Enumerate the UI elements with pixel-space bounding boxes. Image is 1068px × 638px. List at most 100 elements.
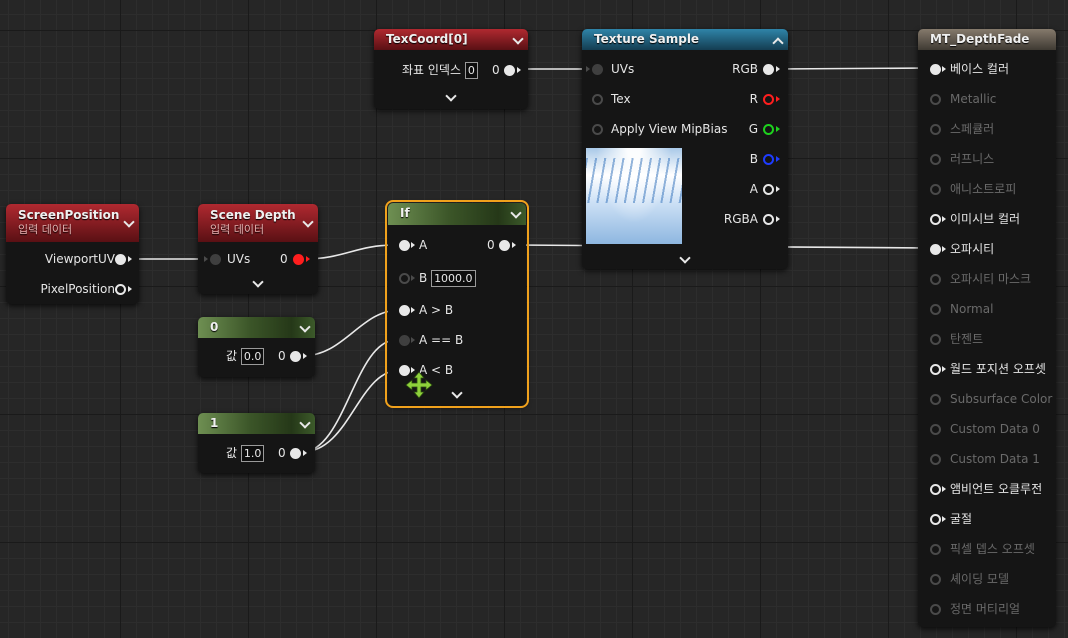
material-input-pin[interactable] bbox=[930, 304, 941, 315]
material-input-label: 픽셀 뎁스 오프셋 bbox=[950, 542, 1035, 556]
chevron-down-icon[interactable] bbox=[510, 207, 522, 219]
material-input-pin[interactable] bbox=[930, 424, 941, 435]
texture-sample-header[interactable]: Texture Sample bbox=[582, 29, 788, 50]
input-uvs-pin[interactable] bbox=[210, 254, 221, 265]
chevron-up-icon[interactable] bbox=[772, 36, 784, 49]
output-r-pin[interactable] bbox=[763, 94, 774, 105]
constant-0-header[interactable]: 0 bbox=[198, 317, 315, 338]
pin-arrow-icon bbox=[128, 286, 132, 292]
output-g-pin[interactable] bbox=[763, 124, 774, 135]
material-input-pin[interactable] bbox=[930, 154, 941, 165]
pin-arrow-icon bbox=[411, 242, 415, 248]
chevron-down-icon[interactable] bbox=[451, 387, 463, 399]
screen-position-node[interactable]: ScreenPosition 입력 데이터 ViewportUV PixelPo… bbox=[6, 204, 139, 304]
output-pin[interactable] bbox=[499, 240, 510, 251]
material-input-label: Custom Data 1 bbox=[950, 452, 1040, 466]
material-input-pin[interactable] bbox=[930, 394, 941, 405]
input-mipbias-pin[interactable] bbox=[592, 124, 603, 135]
material-input-pin[interactable] bbox=[930, 574, 941, 585]
coordinate-index-field[interactable]: 0 bbox=[464, 62, 478, 79]
if-node[interactable]: If A 0 B 1000.0 A > B A == B A < B bbox=[385, 200, 529, 408]
material-input-pin[interactable] bbox=[930, 214, 941, 225]
pin-arrow-icon bbox=[942, 516, 946, 522]
pin-arrow-icon bbox=[411, 307, 415, 313]
screen-position-header[interactable]: ScreenPosition 입력 데이터 bbox=[6, 204, 139, 242]
pin-arrow-icon bbox=[306, 256, 310, 262]
pin-arrow-icon bbox=[942, 246, 946, 252]
input-uvs-pin[interactable] bbox=[592, 64, 603, 75]
material-input-pin[interactable] bbox=[930, 244, 941, 255]
input-mipbias-label: Apply View MipBias bbox=[611, 122, 728, 136]
input-agb-pin[interactable] bbox=[399, 305, 410, 316]
node-title: Texture Sample bbox=[594, 32, 700, 46]
texcoord-node[interactable]: TexCoord[0] 좌표 인덱스 0 0 bbox=[374, 29, 528, 109]
chevron-down-icon[interactable] bbox=[123, 216, 135, 228]
material-input-label: Normal bbox=[950, 302, 994, 316]
output-a-pin[interactable] bbox=[763, 184, 774, 195]
chevron-down-icon[interactable] bbox=[512, 32, 524, 45]
input-a-pin[interactable] bbox=[399, 240, 410, 251]
input-aeb-pin[interactable] bbox=[399, 335, 410, 346]
pin-arrow-icon bbox=[942, 486, 946, 492]
material-input-pin[interactable] bbox=[930, 604, 941, 615]
input-tex-pin[interactable] bbox=[592, 94, 603, 105]
material-input-label: 탄젠트 bbox=[950, 332, 984, 346]
material-input-pin[interactable] bbox=[930, 274, 941, 285]
constant-1-node[interactable]: 1 값 1.0 0 bbox=[198, 413, 315, 473]
output-pin[interactable] bbox=[293, 254, 304, 265]
output-pin[interactable] bbox=[290, 448, 301, 459]
pin-arrow-icon bbox=[776, 126, 780, 132]
material-input-pin[interactable] bbox=[930, 64, 941, 75]
material-input-label: 셰이딩 모델 bbox=[950, 572, 1010, 586]
material-input-pin[interactable] bbox=[930, 124, 941, 135]
scene-depth-header[interactable]: Scene Depth 입력 데이터 bbox=[198, 204, 318, 242]
material-input-pin[interactable] bbox=[930, 364, 941, 375]
output-pixelposition-pin[interactable] bbox=[115, 284, 126, 295]
output-rgb-pin[interactable] bbox=[763, 64, 774, 75]
output-b-pin[interactable] bbox=[763, 154, 774, 165]
output-label: 0 bbox=[278, 349, 286, 363]
material-header[interactable]: MT_DepthFade bbox=[918, 29, 1056, 50]
material-input-pin[interactable] bbox=[930, 334, 941, 345]
output-label: 0 bbox=[280, 252, 288, 266]
scene-depth-node[interactable]: Scene Depth 입력 데이터 UVs 0 bbox=[198, 204, 318, 294]
chevron-down-icon[interactable] bbox=[299, 416, 311, 429]
wire-rgb-to-basecolor bbox=[773, 67, 931, 70]
material-input-label: 굴절 bbox=[950, 512, 973, 526]
node-title: ScreenPosition bbox=[18, 208, 120, 222]
material-input-pin[interactable] bbox=[930, 184, 941, 195]
texcoord-header[interactable]: TexCoord[0] bbox=[374, 29, 528, 50]
material-input-pin[interactable] bbox=[930, 514, 941, 525]
output-viewportuv-pin[interactable] bbox=[115, 254, 126, 265]
material-input-label: 오파시티 bbox=[950, 242, 995, 256]
chevron-down-icon[interactable] bbox=[252, 276, 264, 288]
node-subtitle: 입력 데이터 bbox=[210, 223, 265, 236]
chevron-down-icon[interactable] bbox=[302, 216, 314, 228]
material-input-pin[interactable] bbox=[930, 94, 941, 105]
input-b-pin[interactable] bbox=[399, 273, 410, 284]
material-input-pin[interactable] bbox=[930, 484, 941, 495]
material-result-node[interactable]: MT_DepthFade 베이스 컬러 Metallic 스페큘러 러프니스 애니소트로… bbox=[918, 29, 1056, 627]
output-rgba-pin[interactable] bbox=[763, 214, 774, 225]
value-field[interactable]: 1.0 bbox=[240, 445, 265, 462]
node-title: MT_DepthFade bbox=[930, 32, 1030, 46]
wire-layer bbox=[128, 67, 931, 453]
material-input-label: Custom Data 0 bbox=[950, 422, 1040, 436]
material-input-pin[interactable] bbox=[930, 544, 941, 555]
output-pin[interactable] bbox=[290, 351, 301, 362]
chevron-down-icon[interactable] bbox=[679, 252, 691, 264]
constant-0-node[interactable]: 0 값 0.0 0 bbox=[198, 317, 315, 377]
pin-arrow-icon bbox=[776, 186, 780, 192]
pin-arrow-icon bbox=[411, 337, 415, 343]
constant-1-header[interactable]: 1 bbox=[198, 413, 315, 434]
pin-arrow-icon bbox=[586, 66, 590, 72]
material-input-pin[interactable] bbox=[930, 454, 941, 465]
chevron-down-icon[interactable] bbox=[445, 90, 457, 102]
pin-arrow-icon bbox=[303, 353, 307, 359]
chevron-down-icon[interactable] bbox=[299, 320, 311, 333]
input-b-value-field[interactable]: 1000.0 bbox=[431, 270, 476, 287]
if-header[interactable]: If bbox=[388, 203, 526, 225]
output-pin[interactable] bbox=[504, 65, 515, 76]
texture-sample-node[interactable]: Texture Sample UVs Tex Apply View MipBia… bbox=[582, 29, 788, 269]
value-field[interactable]: 0.0 bbox=[240, 348, 265, 365]
